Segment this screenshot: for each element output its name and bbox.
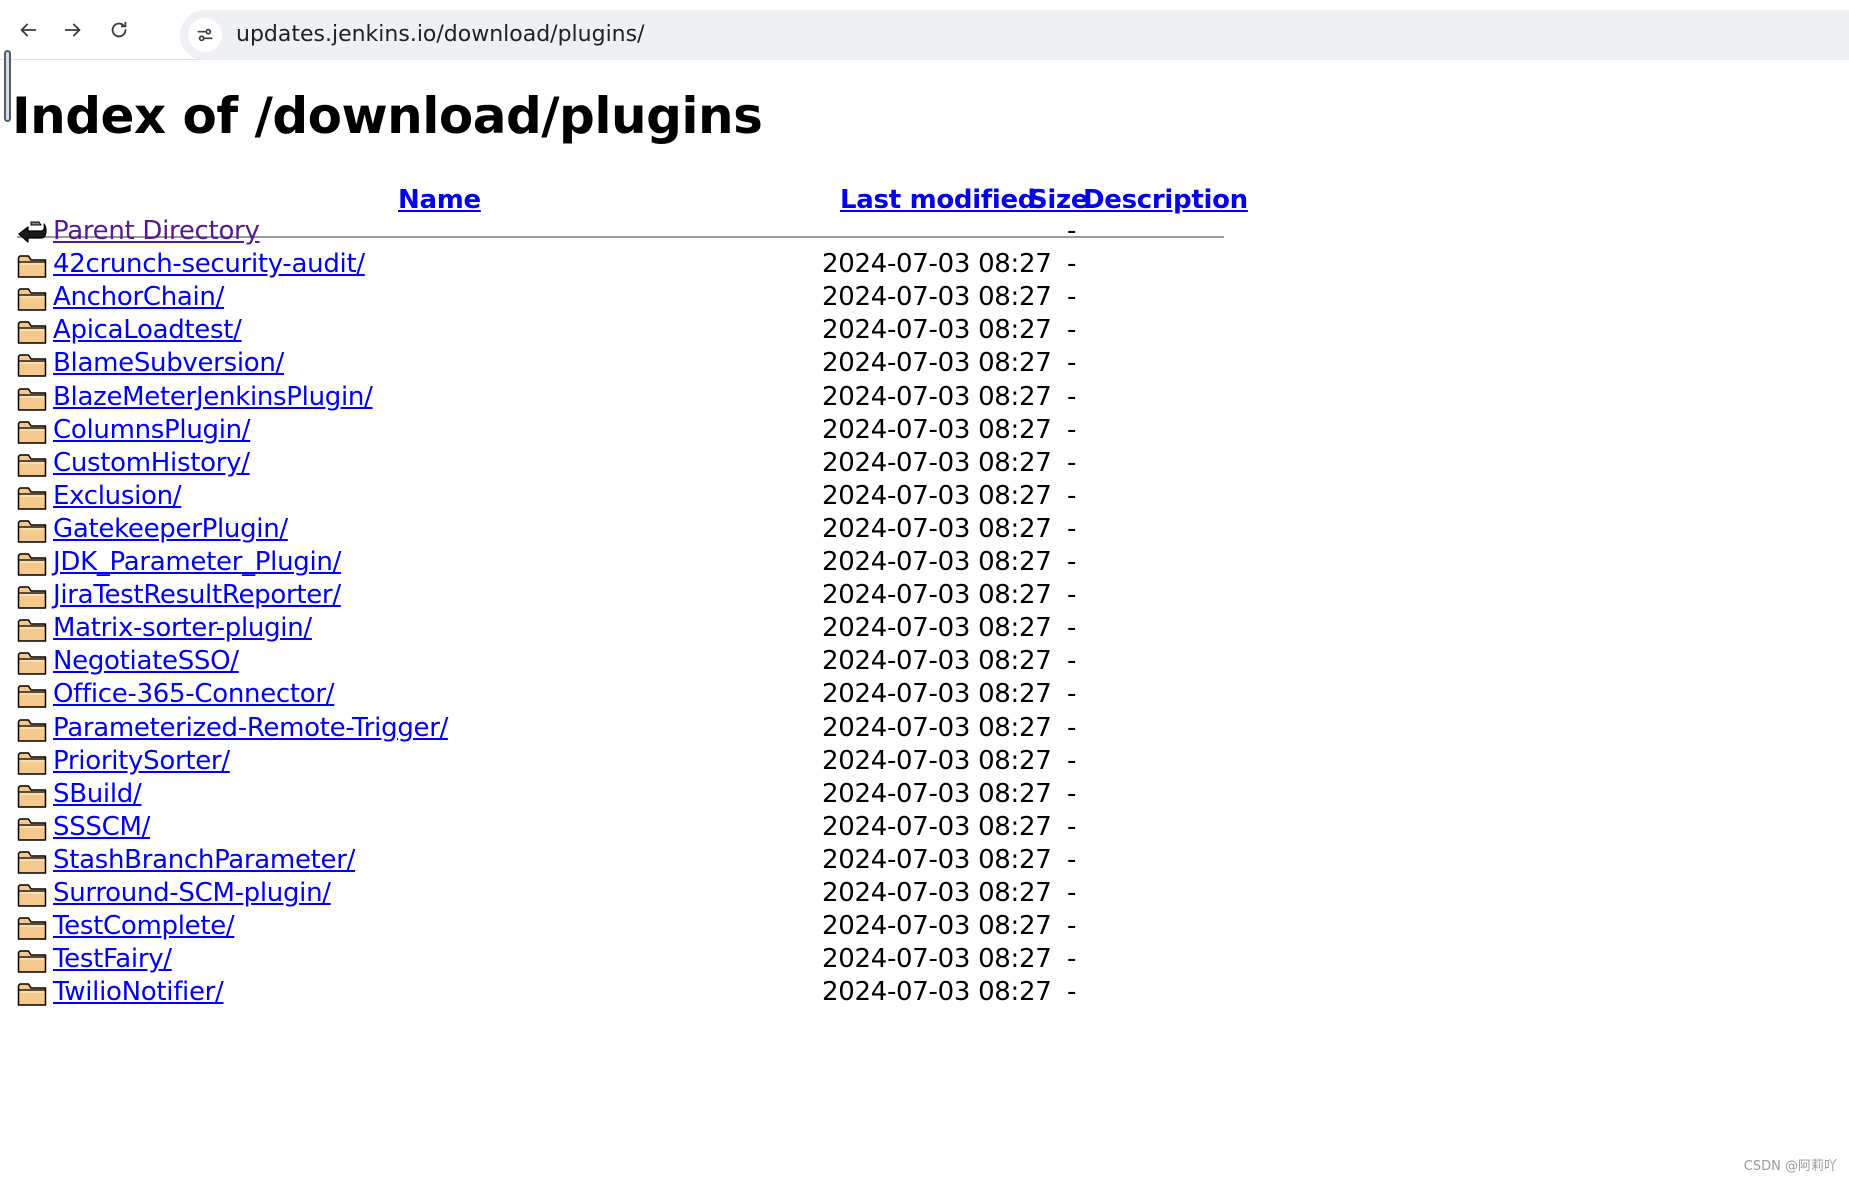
folder-icon [17,284,47,312]
site-info-button[interactable] [188,18,222,52]
last-modified: 2024-07-03 08:27 [822,679,1052,709]
folder-icon [17,814,47,842]
folder-icon [17,946,47,974]
folder-link[interactable]: Office-365-Connector/ [53,675,335,713]
tune-icon [197,28,213,42]
folder-icon [17,350,47,378]
folder-icon [17,979,47,1007]
folder-icon [17,450,47,478]
last-modified: 2024-07-03 08:27 [822,348,1052,378]
table-row: TwilioNotifier/2024-07-03 08:27- [17,973,1224,1012]
reload-button[interactable] [101,12,137,48]
back-button[interactable] [10,12,46,48]
sort-by-description-link[interactable]: Description [1083,185,1248,215]
folder-icon [17,384,47,412]
address-bar[interactable]: updates.jenkins.io/download/plugins/ [180,10,1849,60]
arrow-right-icon [64,23,81,37]
last-modified: 2024-07-03 08:27 [822,977,1052,1007]
folder-icon [17,913,47,941]
file-size: - [1067,977,1077,1007]
browser-toolbar: updates.jenkins.io/download/plugins/ [0,0,1849,60]
folder-icon [17,549,47,577]
reload-icon [111,21,127,38]
scroll-indicator [4,50,11,122]
parent-directory-icon [17,218,47,246]
folder-icon [17,615,47,643]
folder-icon [17,781,47,809]
folder-icon [17,748,47,776]
folder-icon [17,681,47,709]
sort-by-size-link[interactable]: Size [1029,185,1089,215]
folder-icon [17,417,47,445]
arrow-left-icon [20,23,37,37]
sort-by-name-link[interactable]: Name [398,185,481,215]
folder-icon [17,251,47,279]
folder-icon [17,847,47,875]
folder-link[interactable]: TwilioNotifier/ [53,973,224,1011]
folder-icon [17,715,47,743]
folder-icon [17,516,47,544]
forward-button[interactable] [55,12,91,48]
sort-by-modified-link[interactable]: Last modified [840,185,1036,215]
folder-icon [17,317,47,345]
file-size: - [1067,348,1077,378]
watermark: CSDN @阿莉吖 [1743,1159,1837,1174]
page-title: Index of /download/plugins [12,87,763,145]
folder-icon [17,880,47,908]
folder-icon [17,582,47,610]
file-size: - [1067,679,1077,709]
folder-icon [17,483,47,511]
url-text[interactable]: updates.jenkins.io/download/plugins/ [236,22,645,47]
folder-link[interactable]: BlameSubversion/ [53,344,284,382]
folder-icon [17,648,47,676]
